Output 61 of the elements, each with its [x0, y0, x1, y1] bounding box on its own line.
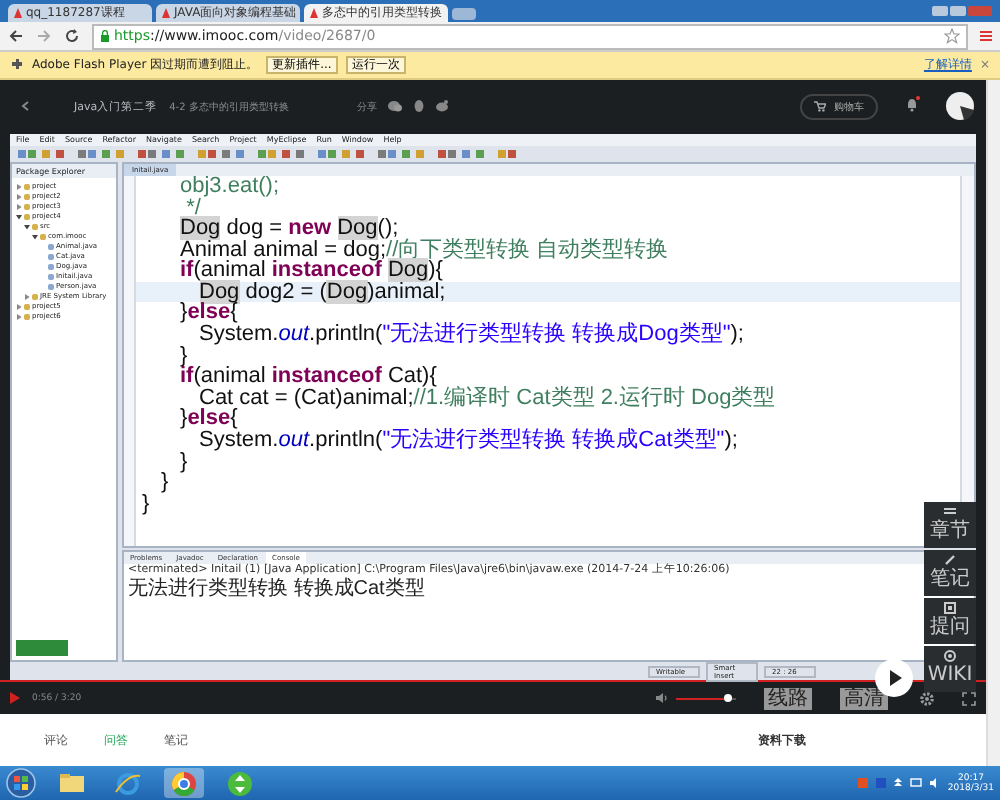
code-line: System.out.println("无法进行类型转换 转换成Cat类型");: [197, 430, 738, 452]
taskbar-button[interactable]: [164, 768, 204, 798]
code-line: }else{: [178, 408, 238, 431]
expanded-arrow-icon[interactable]: [16, 213, 22, 220]
side-panel-button[interactable]: WIKI: [924, 645, 976, 692]
code-line: */: [186, 197, 201, 219]
code-line: Cat cat = (Cat)animal;//1.编译时 Cat类型 2.运行时 Dog类型: [199, 387, 776, 409]
back-icon[interactable]: [8, 28, 24, 44]
code-line: if(animal instanceof Cat){: [178, 366, 437, 388]
code-line: }: [159, 472, 169, 494]
collapsed-arrow-icon[interactable]: [24, 293, 30, 300]
code-line: }: [178, 345, 188, 367]
collapsed-arrow-icon[interactable]: [16, 303, 22, 310]
pen-icon: [944, 554, 956, 567]
start-button[interactable]: [6, 768, 36, 798]
collapsed-arrow-icon[interactable]: [16, 183, 22, 190]
list-icon: [944, 506, 956, 519]
menu-icon[interactable]: [980, 30, 992, 42]
code-line: }else{: [178, 302, 238, 325]
collapsed-arrow-icon[interactable]: [16, 313, 22, 320]
side-panel-button[interactable]: 笔记: [924, 549, 976, 596]
cart-icon: [814, 100, 826, 113]
slider-thumb[interactable]: [724, 693, 733, 702]
collapsed-arrow-icon[interactable]: [16, 193, 22, 200]
floating-widget[interactable]: [16, 640, 68, 657]
puzzle-icon: [10, 58, 24, 72]
volume-icon[interactable]: [929, 778, 940, 788]
code-line: }: [178, 451, 188, 473]
code-line: if(animal instanceof Dog){: [178, 260, 443, 282]
square-icon: [944, 602, 956, 615]
code-line: }: [140, 493, 150, 515]
bell-icon[interactable]: [906, 97, 918, 112]
player-button[interactable]: 高清: [840, 687, 888, 710]
avatar-icon[interactable]: [946, 92, 974, 121]
code-line: Dog dog = new Dog();: [178, 218, 399, 240]
globe-icon: [114, 769, 142, 797]
caret-icon[interactable]: [893, 778, 902, 788]
settings-icon[interactable]: [920, 691, 934, 706]
circle-icon: [944, 650, 956, 663]
console-output: 无法进行类型转换 转换成Cat类型: [128, 578, 425, 603]
chrome-icon: [170, 769, 198, 797]
fullscreen-icon[interactable]: [962, 691, 976, 706]
expanded-arrow-icon[interactable]: [24, 223, 30, 230]
code-line: Animal animal = dog;//向下类型转换 自动类型转换: [178, 239, 669, 261]
chat-icon[interactable]: [388, 100, 403, 113]
back-icon[interactable]: [20, 100, 30, 113]
scrollbar[interactable]: [986, 80, 1000, 766]
star-icon[interactable]: [944, 28, 960, 44]
side-panel-button[interactable]: 章节: [924, 501, 976, 548]
code-line: obj3.eat();: [178, 175, 280, 198]
player-button[interactable]: 线路: [764, 687, 812, 710]
folder-icon: [58, 769, 86, 797]
side-panel-button[interactable]: 提问: [924, 597, 976, 644]
expanded-arrow-icon[interactable]: [32, 233, 38, 240]
arrows-icon: [226, 769, 254, 797]
network-icon[interactable]: [909, 778, 922, 788]
collapsed-arrow-icon[interactable]: [16, 203, 22, 210]
code-line: System.out.println("无法进行类型转换 转换成Dog类型");: [197, 324, 744, 346]
lock-icon: [100, 30, 110, 42]
volume-icon[interactable]: [656, 692, 668, 705]
reload-icon[interactable]: [64, 28, 80, 44]
